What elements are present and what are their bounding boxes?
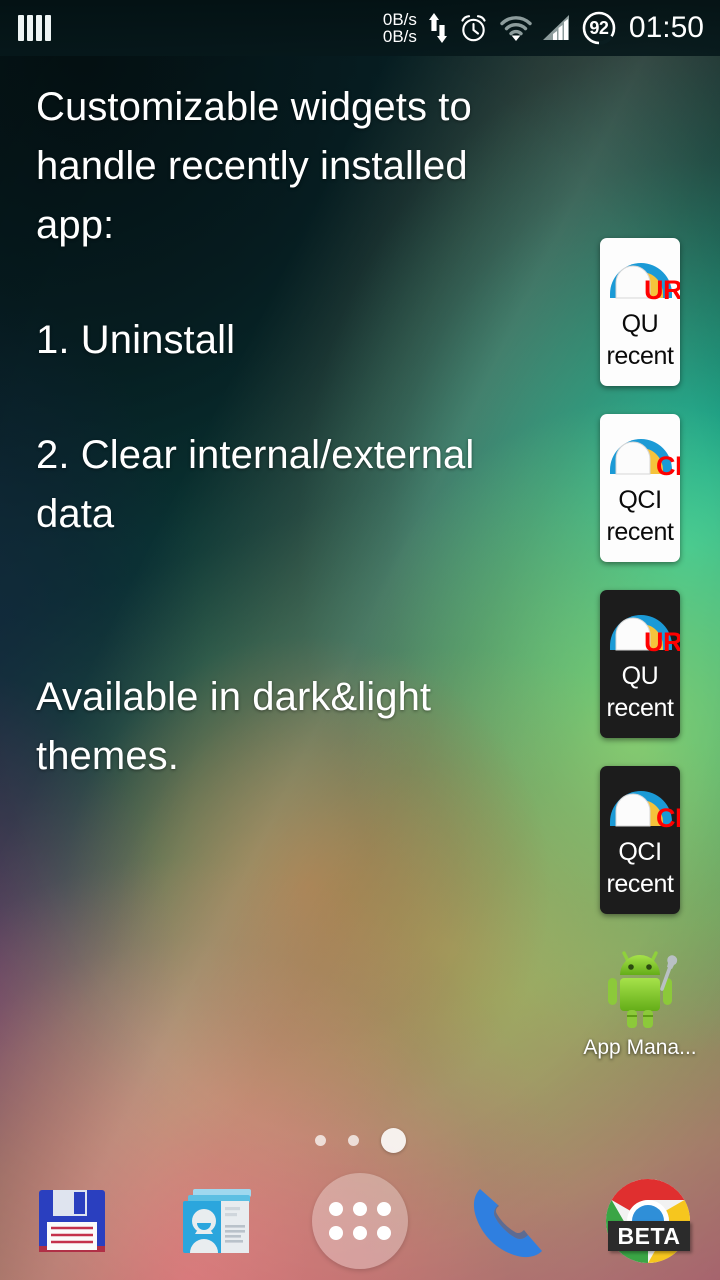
widget-label-line-2: recent bbox=[606, 694, 674, 722]
promo-spacer-3 bbox=[36, 544, 556, 668]
promo-heading-line-3: app: bbox=[36, 203, 115, 247]
battery-indicator: 92 bbox=[581, 10, 617, 46]
alarm-clock-icon bbox=[458, 13, 489, 44]
chrome-beta-icon: BETA bbox=[602, 1175, 694, 1267]
page-dot-3-active[interactable] bbox=[380, 1128, 406, 1153]
widget-qu-recent-dark[interactable]: UR QU recent bbox=[600, 590, 680, 738]
net-speed-up: 0B/s bbox=[382, 27, 417, 46]
widget-label-line-2: recent bbox=[606, 870, 674, 898]
app-drawer-dots bbox=[329, 1202, 391, 1240]
wifi-icon bbox=[499, 14, 533, 42]
promo-spacer-1 bbox=[36, 255, 556, 311]
widget-label-line-1: QCI bbox=[618, 838, 662, 866]
promo-list-item-1: 1. Uninstall bbox=[36, 318, 236, 362]
android-robot-wrench-icon bbox=[578, 940, 702, 1032]
data-transfer-arrows-icon bbox=[428, 11, 448, 45]
widget-qci-recent-dark[interactable]: CI QCI recent bbox=[600, 766, 680, 914]
status-bar-right: 0B/s 0B/s 92 01:50 bbox=[383, 10, 720, 46]
chrome-beta-label: BETA bbox=[608, 1221, 690, 1251]
widget-badge-label: CI bbox=[656, 451, 680, 481]
promo-themes-line-2: themes. bbox=[36, 734, 179, 778]
promo-heading-line-1: Customizable widgets to bbox=[36, 85, 472, 129]
promo-spacer-2 bbox=[36, 370, 556, 426]
promo-list-item-2-line-1: 2. Clear internal/external bbox=[36, 433, 475, 477]
dock-item-app-drawer[interactable] bbox=[288, 1173, 432, 1269]
dock-item-chrome-beta[interactable]: BETA bbox=[576, 1175, 720, 1267]
widget-badge-label: UR bbox=[644, 627, 680, 657]
app-drawer-icon[interactable] bbox=[312, 1173, 408, 1269]
phone-dialer-icon bbox=[458, 1175, 550, 1267]
promo-list-item-2-line-2: data bbox=[36, 492, 115, 536]
widget-badge-label: CI bbox=[656, 803, 680, 833]
promo-heading-line-2: handle recently installed bbox=[36, 144, 468, 188]
dock-item-phone[interactable] bbox=[432, 1175, 576, 1267]
widget-label-line-1: QU bbox=[621, 662, 659, 690]
widget-qu-recent-light[interactable]: UR QU recent bbox=[600, 238, 680, 386]
battery-percent-label: 92 bbox=[589, 17, 609, 38]
widget-label-line-2: recent bbox=[606, 342, 674, 370]
weather-sun-cloud-icon: UR bbox=[602, 242, 680, 308]
app-icon-label: App Mana... bbox=[583, 1036, 697, 1059]
status-bar-left bbox=[0, 15, 51, 41]
widget-label-line-1: QU bbox=[621, 310, 659, 338]
android-home-screen: 0B/s 0B/s 92 01:50 Customizable widgets … bbox=[0, 0, 720, 1280]
floppy-disk-icon bbox=[33, 1182, 111, 1260]
net-speed-down: 0B/s bbox=[382, 9, 417, 29]
widget-label-line-1: QCI bbox=[618, 486, 662, 514]
widget-label-line-2: recent bbox=[606, 518, 674, 546]
weather-sun-cloud-icon: CI bbox=[602, 418, 680, 484]
status-bar-clock: 01:50 bbox=[628, 11, 704, 44]
status-bar[interactable]: 0B/s 0B/s 92 01:50 bbox=[0, 0, 720, 56]
network-speed-indicator: 0B/s 0B/s bbox=[382, 9, 417, 46]
dock-item-file-manager[interactable] bbox=[0, 1182, 144, 1260]
weather-sun-cloud-icon: CI bbox=[602, 770, 680, 836]
weather-sun-cloud-icon: UR bbox=[602, 594, 680, 660]
page-dot-1[interactable] bbox=[314, 1135, 326, 1146]
widget-badge-label: UR bbox=[644, 275, 680, 305]
page-dot-2[interactable] bbox=[347, 1135, 359, 1146]
widget-qci-recent-light[interactable]: CI QCI recent bbox=[600, 414, 680, 562]
signal-bars-icon bbox=[542, 14, 571, 42]
page-indicator bbox=[0, 1128, 720, 1153]
dock: BETA bbox=[0, 1162, 720, 1280]
contacts-card-icon bbox=[175, 1181, 257, 1261]
promo-themes-line-1: Available in dark&light bbox=[36, 675, 432, 719]
dock-item-contacts[interactable] bbox=[144, 1181, 288, 1261]
promo-text-block: Customizable widgets to handle recently … bbox=[36, 78, 556, 786]
vertical-bars-icon bbox=[18, 15, 51, 41]
app-icon-app-manager[interactable]: App Mana... bbox=[578, 940, 702, 1060]
